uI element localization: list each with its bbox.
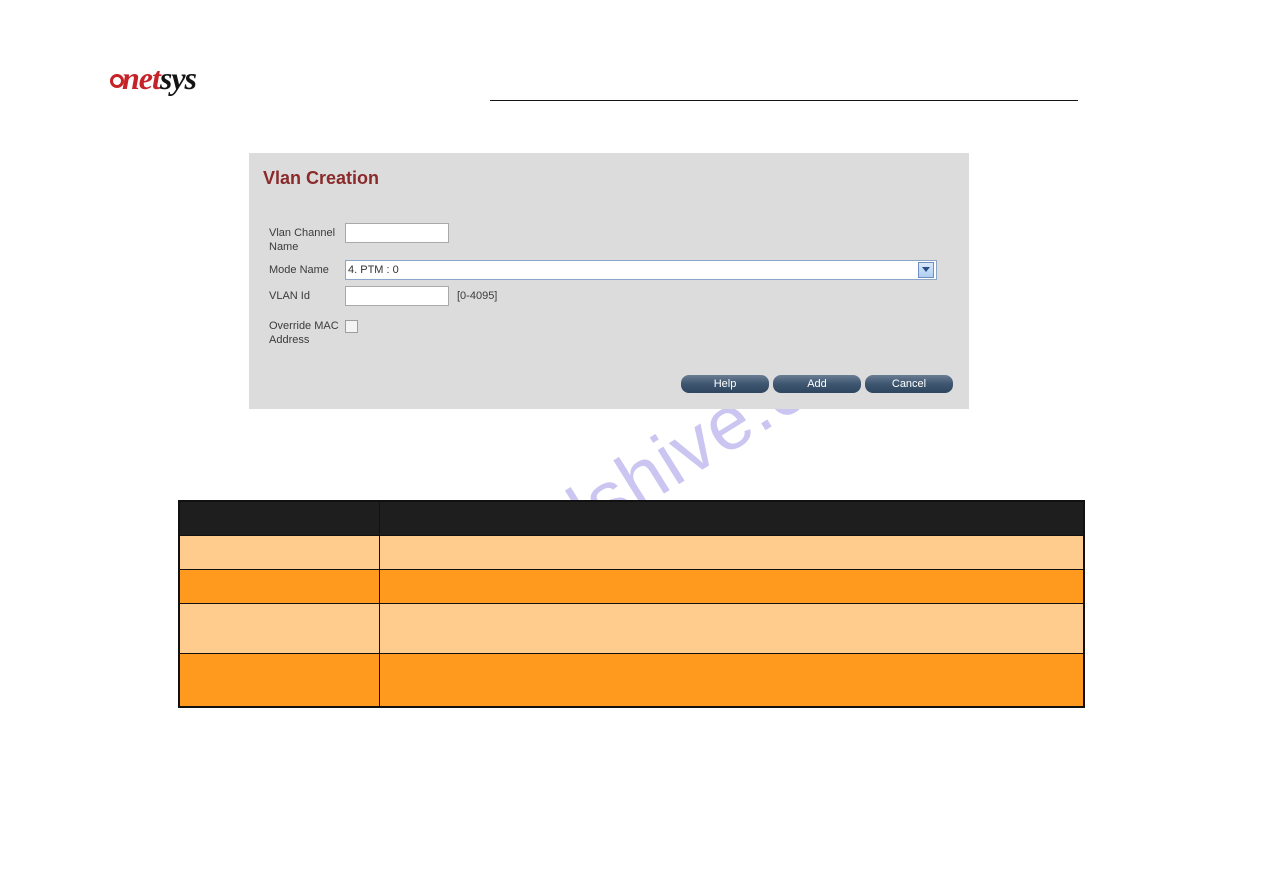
mode-name-select-value: 4. PTM : 0 [348, 264, 399, 276]
vlan-channel-name-input[interactable] [345, 223, 449, 243]
table-cell [379, 653, 1084, 707]
label-vlan-id: VLAN Id [263, 286, 345, 303]
table-cell [179, 535, 379, 569]
logo-text-red: net [122, 60, 160, 96]
label-override-mac: Override MAC Address [263, 316, 345, 347]
vlan-id-input[interactable] [345, 286, 449, 306]
table-cell [179, 569, 379, 603]
cancel-button[interactable]: Cancel [865, 375, 953, 393]
mode-name-select[interactable]: 4. PTM : 0 [345, 260, 937, 280]
row-override-mac: Override MAC Address [263, 316, 955, 347]
table-header-col2 [379, 501, 1084, 535]
header-divider [490, 100, 1078, 101]
row-mode-name: Mode Name 4. PTM : 0 [263, 260, 955, 280]
vlan-id-hint: [0-4095] [457, 290, 497, 302]
table-row [179, 603, 1084, 653]
table-cell [379, 535, 1084, 569]
row-vlan-id: VLAN Id [0-4095] [263, 286, 955, 306]
table-row [179, 535, 1084, 569]
table-row [179, 653, 1084, 707]
panel-title: Vlan Creation [263, 168, 955, 189]
logo-text-black: sys [160, 60, 196, 96]
table-cell [379, 569, 1084, 603]
help-button[interactable]: Help [681, 375, 769, 393]
button-row: Help Add Cancel [263, 375, 955, 393]
brand-logo: netsys [110, 60, 196, 97]
add-button[interactable]: Add [773, 375, 861, 393]
table-cell [179, 653, 379, 707]
label-mode-name: Mode Name [263, 260, 345, 277]
table-header-col1 [179, 501, 379, 535]
description-table [178, 500, 1085, 708]
table-cell [379, 603, 1084, 653]
vlan-creation-panel: Vlan Creation Vlan Channel Name Mode Nam… [249, 153, 969, 409]
override-mac-checkbox[interactable] [345, 320, 358, 333]
table-cell [179, 603, 379, 653]
label-vlan-channel-name: Vlan Channel Name [263, 223, 345, 254]
table-row [179, 569, 1084, 603]
chevron-down-icon [918, 262, 934, 278]
row-vlan-channel-name: Vlan Channel Name [263, 223, 955, 254]
table-header-row [179, 501, 1084, 535]
